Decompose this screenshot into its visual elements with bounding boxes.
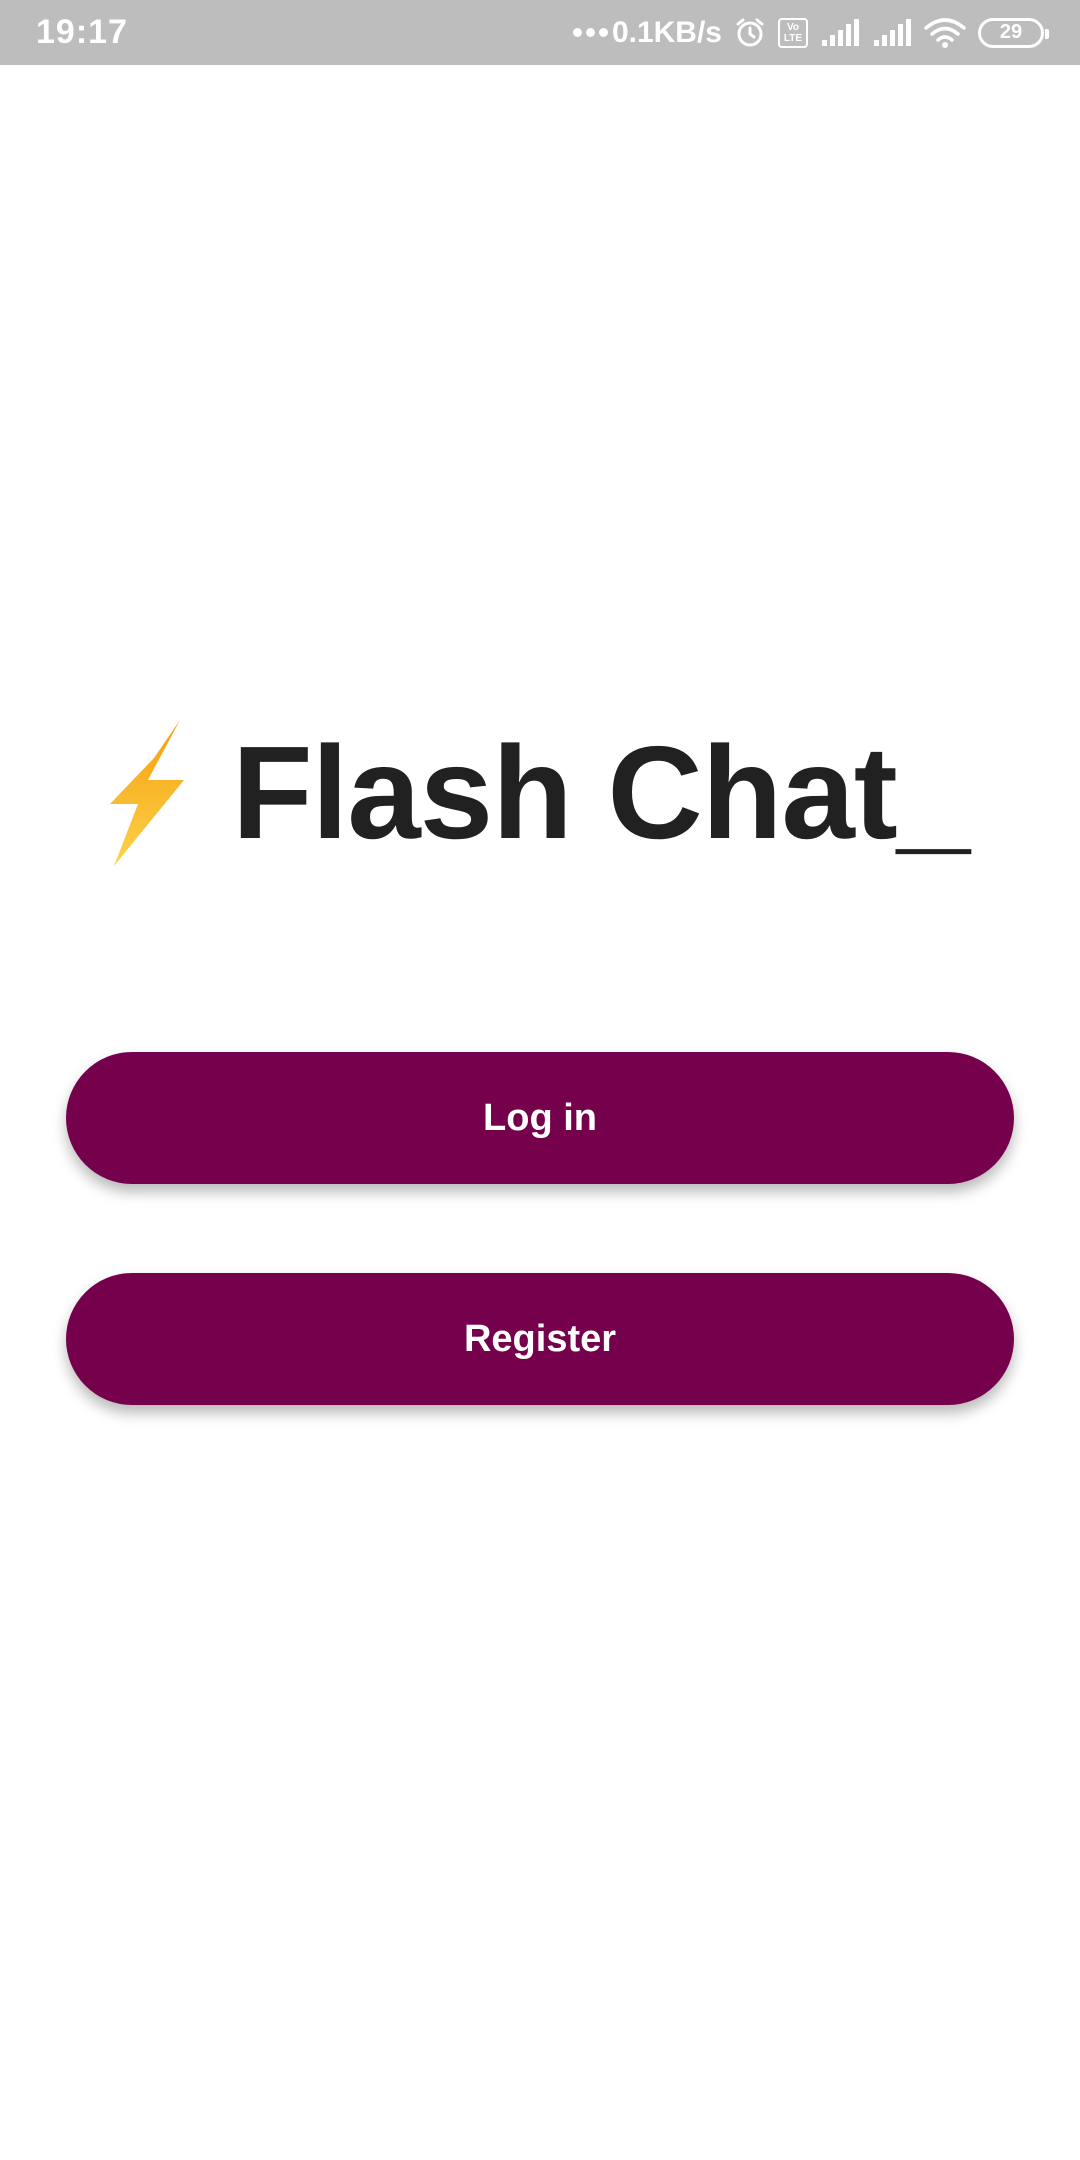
register-button[interactable]: Register [66, 1273, 1014, 1405]
status-icons: 0.1KB/s Vo LTE 29 [572, 15, 1049, 50]
signal-icon [872, 18, 912, 48]
alarm-icon [734, 17, 766, 49]
app-header: Flash Chat_ [108, 718, 970, 868]
volte-top-label: Vo [786, 21, 800, 33]
network-speed-value: 0.1KB/s [611, 15, 722, 49]
battery-icon: 29 [978, 17, 1049, 48]
wifi-icon [924, 17, 966, 49]
network-speed: 0.1KB/s [572, 15, 722, 50]
status-time: 19:17 [36, 13, 128, 51]
app-title: Flash Chat_ [232, 719, 970, 866]
signal-icon [820, 18, 860, 48]
status-bar: 19:17 0.1KB/s Vo LTE 29 [0, 0, 1080, 65]
login-button[interactable]: Log in [66, 1052, 1014, 1184]
battery-level: 29 [999, 21, 1023, 43]
more-dots-icon [572, 28, 608, 37]
volte-icon: Vo LTE [778, 17, 808, 48]
volte-bottom-label: LTE [783, 32, 803, 44]
lightning-bolt-icon [110, 720, 184, 866]
